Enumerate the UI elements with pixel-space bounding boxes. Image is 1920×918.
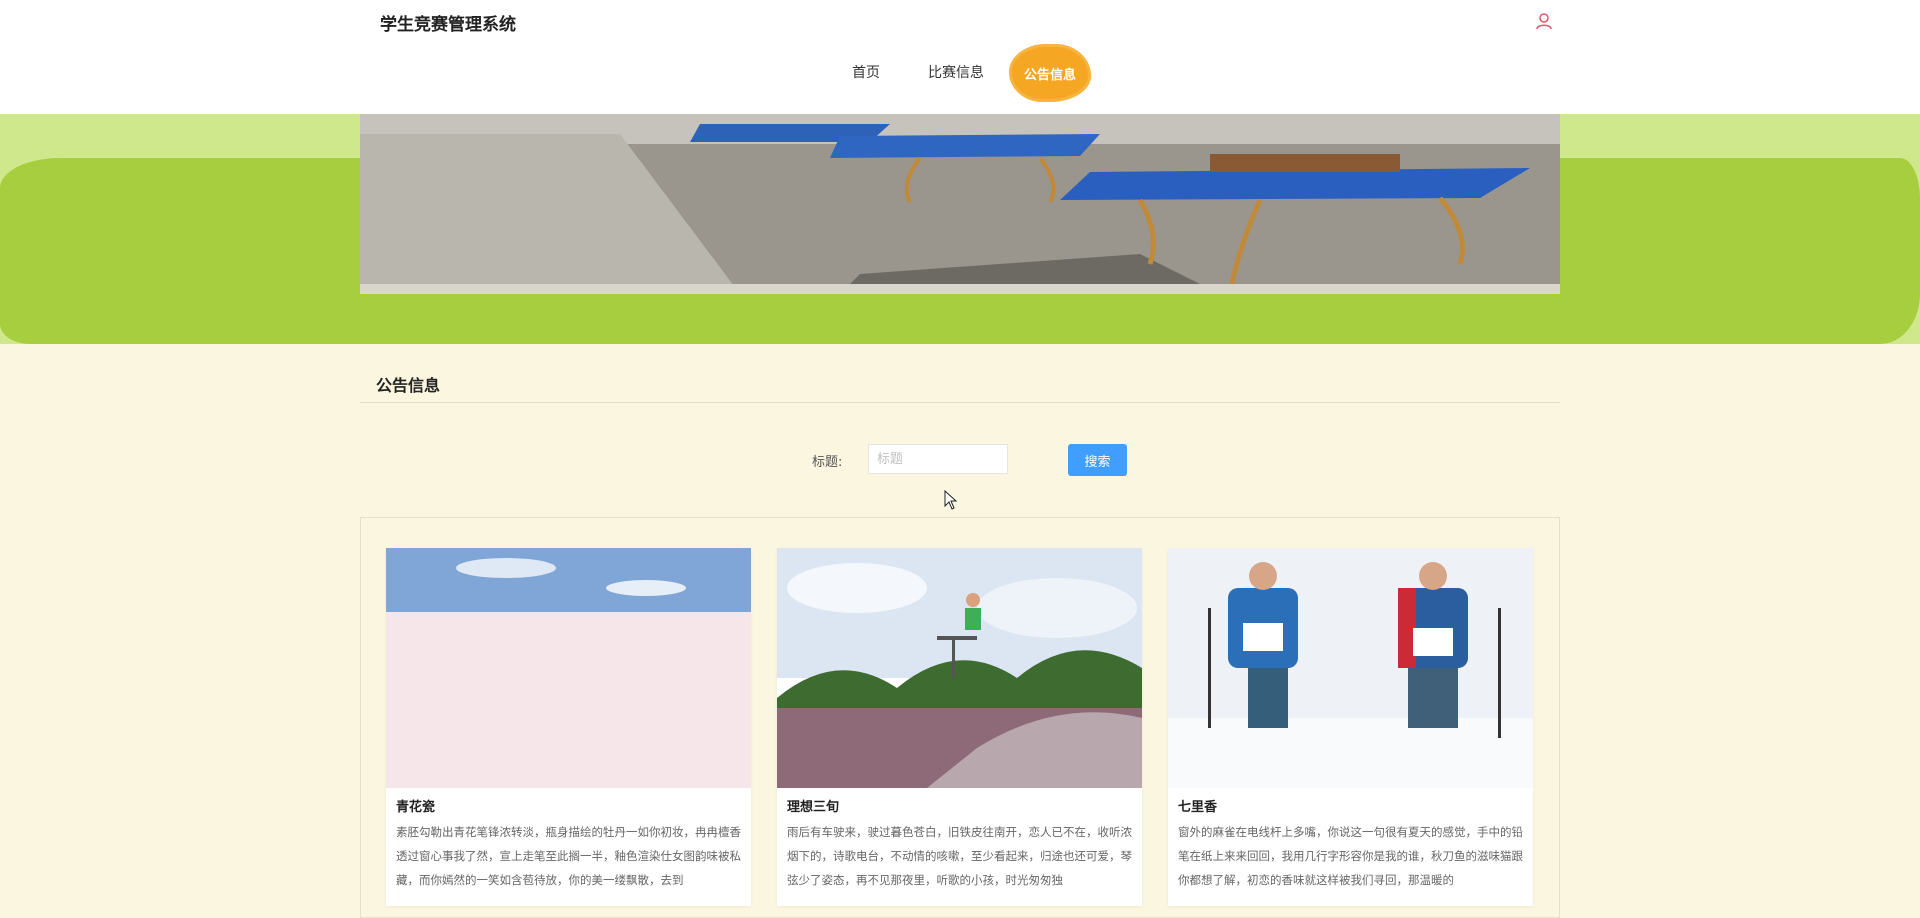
app-title: 学生竞赛管理系统 [380, 15, 516, 35]
section-divider [360, 402, 1560, 403]
card-title: 青花瓷 [396, 800, 436, 815]
card-title: 七里香 [1178, 800, 1218, 815]
card-title: 理想三旬 [787, 800, 840, 815]
search-label: 标题: [812, 455, 843, 470]
card-image [386, 548, 751, 788]
search-button[interactable]: 搜索 [1068, 444, 1127, 476]
user-icon[interactable] [1535, 12, 1553, 30]
nav-item-announcements[interactable]: 公告信息 [1009, 44, 1091, 102]
mouse-cursor-icon [944, 489, 958, 510]
card-summary: 雨后有车驶来，驶过暮色苍白，旧铁皮往南开，恋人已不在，收听浓烟下的，诗歌电台，不… [787, 825, 1132, 887]
card-image [1168, 548, 1533, 788]
nav-item-competitions[interactable]: 比赛信息 [928, 62, 984, 82]
page-scrollbar[interactable] [1912, 114, 1920, 918]
card-summary: 素胚勾勒出青花笔锋浓转淡，瓶身描绘的牡丹一如你初妆，冉冉檀香透过窗心事我了然，宣… [396, 825, 741, 887]
main-nav: 首页 比赛信息 [0, 52, 1920, 96]
banner-image [360, 114, 1560, 294]
title-search-input[interactable] [868, 444, 1008, 474]
card-summary: 窗外的麻雀在电线杆上多嘴，你说这一句很有夏天的感觉，手中的铅笔在纸上来来回回，我… [1178, 825, 1523, 887]
card-image [777, 548, 1142, 788]
announcement-card[interactable]: 青花瓷 素胚勾勒出青花笔锋浓转淡，瓶身描绘的牡丹一如你初妆，冉冉檀香透过窗心事我… [386, 548, 751, 906]
announcement-card[interactable]: 七里香 窗外的麻雀在电线杆上多嘴，你说这一句很有夏天的感觉，手中的铅笔在纸上来来… [1168, 548, 1533, 906]
top-header: 学生竞赛管理系统 首页 比赛信息 公告信息 [0, 0, 1920, 114]
nav-item-home[interactable]: 首页 [852, 62, 880, 82]
section-title: 公告信息 [376, 376, 441, 395]
announcement-card[interactable]: 理想三旬 雨后有车驶来，驶过暮色苍白，旧铁皮往南开，恋人已不在，收听浓烟下的，诗… [777, 548, 1142, 906]
